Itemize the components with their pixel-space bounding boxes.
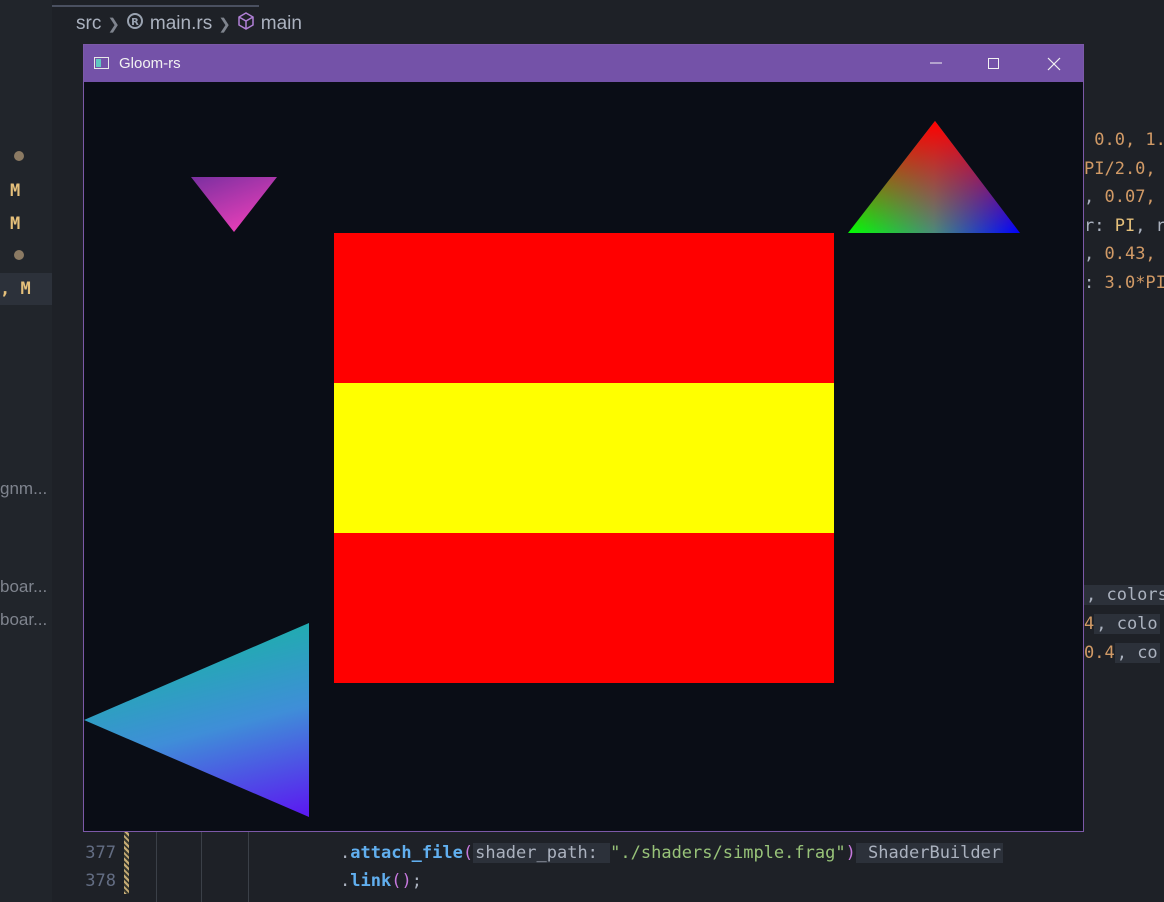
code-token: PI	[1114, 215, 1136, 236]
code-token: 0.07,	[1104, 187, 1156, 208]
breadcrumb: src ❯ R main.rs ❯ main	[76, 12, 302, 36]
code-token: shader_path:	[473, 843, 611, 863]
gloom-window[interactable]: Gloom-rs	[83, 44, 1084, 832]
minimize-button[interactable]	[907, 45, 965, 82]
code-token: ShaderBuilder	[855, 843, 1004, 863]
render-canvas[interactable]	[84, 82, 1083, 831]
code-token: )	[845, 843, 856, 863]
code-token: 0.43,	[1104, 244, 1156, 265]
code-token: , colo	[1094, 614, 1160, 634]
code-token: attach_file	[350, 843, 463, 863]
code-token: ()	[391, 871, 412, 891]
flag-rectangle	[334, 233, 834, 683]
maximize-icon	[988, 58, 999, 69]
modified-dot-icon	[14, 250, 24, 260]
chevron-right-icon: ❯	[107, 16, 120, 33]
cube-symbol-icon	[237, 12, 255, 36]
code-token: .	[340, 871, 351, 891]
code-token: 3.0*PI	[1104, 273, 1164, 293]
code-line: , 0.07,	[1084, 187, 1164, 207]
code-line: 4, colo	[1084, 614, 1164, 634]
flag-stripe-middle	[334, 383, 834, 533]
close-button[interactable]	[1025, 45, 1083, 82]
flag-stripe-bottom	[334, 533, 834, 683]
app-window-icon	[94, 57, 109, 69]
maximize-button[interactable]	[965, 45, 1023, 82]
code-token: , r	[1135, 215, 1164, 236]
code-token: r:	[1084, 215, 1115, 236]
code-token: .	[340, 843, 351, 863]
code-line: 0.4, co	[1084, 643, 1164, 663]
window-title: Gloom-rs	[119, 55, 181, 72]
git-modified-marker: M	[10, 181, 21, 201]
sidebar-item-label[interactable]: boar...	[0, 577, 47, 597]
code-token: ,	[1084, 244, 1105, 265]
scene-svg	[84, 121, 1020, 817]
code-token: (	[462, 843, 474, 863]
indent-guide	[201, 830, 202, 902]
git-modified-marker: M	[10, 214, 21, 234]
code-line: , colors	[1084, 585, 1164, 605]
line-number: 378	[85, 871, 116, 891]
code-line: , 0.43,	[1084, 244, 1164, 264]
code-token: "./shaders/simple.frag"	[610, 843, 846, 863]
minimize-icon	[930, 62, 942, 64]
window-titlebar[interactable]: Gloom-rs	[84, 45, 1083, 82]
magenta-gradient-triangle	[191, 177, 277, 232]
flag-stripe-top	[334, 233, 834, 383]
active-tab-indicator	[52, 5, 259, 7]
sidebar-item-label[interactable]: boar...	[0, 610, 47, 630]
code-token: 0.4	[1084, 643, 1115, 663]
close-icon	[1047, 57, 1061, 71]
modified-dot-icon	[14, 151, 24, 161]
indent-guide	[248, 830, 249, 902]
code-line: .link();	[340, 871, 1100, 891]
breadcrumb-symbol[interactable]: main	[261, 13, 302, 35]
code-token: 0.0, 1.	[1084, 130, 1164, 150]
code-line: : 3.0*PI	[1084, 273, 1164, 293]
code-token: PI/2.0,	[1084, 158, 1156, 179]
chevron-right-icon: ❯	[218, 16, 231, 33]
code-token: 4	[1084, 614, 1095, 634]
code-line: r: PI, r	[1084, 216, 1164, 236]
code-token: ;	[411, 871, 422, 891]
code-token: link	[350, 871, 392, 891]
code-token: , co	[1114, 643, 1160, 663]
code-token: , colors	[1084, 585, 1164, 605]
code-token: ,	[1084, 187, 1105, 208]
indent-guide	[156, 830, 157, 902]
activity-sidebar: M M , M gnm... boar... boar...	[0, 0, 52, 902]
code-line: PI/2.0,	[1084, 159, 1164, 179]
breadcrumb-folder[interactable]: src	[76, 13, 101, 35]
svg-text:R: R	[131, 17, 139, 28]
rust-file-icon: R	[126, 12, 144, 36]
code-line: .attach_file(shader_path: "./shaders/sim…	[340, 843, 1100, 863]
cyan-blue-gradient-triangle	[84, 623, 309, 817]
rgb-gradient-triangle	[848, 121, 1020, 233]
code-token: :	[1084, 273, 1105, 293]
breadcrumb-file[interactable]: main.rs	[150, 13, 212, 35]
line-number: 377	[85, 843, 116, 863]
sidebar-item-label[interactable]: gnm...	[0, 479, 47, 499]
code-line: 0.0, 1.	[1084, 130, 1164, 150]
git-modified-marker-active[interactable]: , M	[0, 273, 52, 305]
git-change-bar	[124, 832, 129, 894]
